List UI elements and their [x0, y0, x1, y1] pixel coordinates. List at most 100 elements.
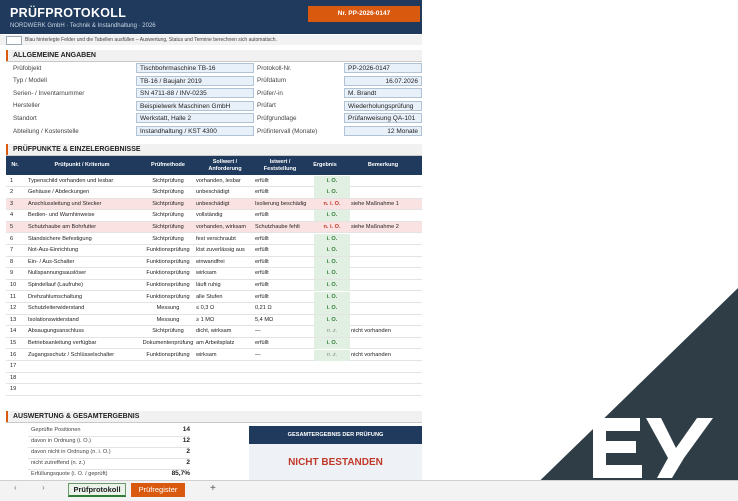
- row-item[interactable]: Ein- / Aus-Schalter: [28, 257, 140, 268]
- row-note[interactable]: [351, 280, 421, 291]
- row-method[interactable]: Funktionsprüfung: [140, 257, 196, 268]
- row-method[interactable]: Sichtprüfung: [140, 222, 196, 233]
- row-target[interactable]: vorhanden, lesbar: [196, 176, 254, 187]
- row-item[interactable]: Absaugungsanschluss: [28, 326, 140, 337]
- row-method[interactable]: Funktionsprüfung: [140, 292, 196, 303]
- row-item[interactable]: Gehäuse / Abdeckungen: [28, 187, 140, 198]
- row-target[interactable]: alle Stufen: [196, 292, 254, 303]
- row-note[interactable]: nicht vorhanden: [351, 326, 421, 337]
- row-item[interactable]: Schutzhaube am Bohrfutter: [28, 222, 140, 233]
- row-note[interactable]: [351, 315, 421, 326]
- general-field[interactable]: M. Brandt: [344, 88, 422, 99]
- row-actual[interactable]: erfüllt: [255, 268, 306, 279]
- row-method[interactable]: Sichtprüfung: [140, 210, 196, 221]
- row-method[interactable]: Sichtprüfung: [140, 187, 196, 198]
- row-method[interactable]: Messung: [140, 315, 196, 326]
- row-actual[interactable]: Schutzhaube fehlt: [255, 222, 306, 233]
- row-method[interactable]: Sichtprüfung: [140, 199, 196, 210]
- general-field[interactable]: Beispielwerk Maschinen GmbH: [136, 100, 254, 111]
- row-method[interactable]: Funktionsprüfung: [140, 268, 196, 279]
- general-field[interactable]: Instandhaltung / KST 4300: [136, 126, 254, 136]
- row-actual[interactable]: erfüllt: [255, 210, 306, 221]
- row-target[interactable]: ≥ 1 MΩ: [196, 315, 254, 326]
- row-note[interactable]: [351, 257, 421, 268]
- general-field[interactable]: Prüfanweisung QA-101: [344, 113, 422, 124]
- row-actual[interactable]: [255, 373, 306, 384]
- row-item[interactable]: Nullspannungsauslöser: [28, 268, 140, 279]
- row-actual[interactable]: 0,21 Ω: [255, 303, 306, 314]
- row-target[interactable]: am Arbeitsplatz: [196, 338, 254, 349]
- row-note[interactable]: nicht vorhanden: [351, 350, 421, 361]
- row-method[interactable]: Funktionsprüfung: [140, 350, 196, 361]
- row-target[interactable]: einwandfrei: [196, 257, 254, 268]
- general-field[interactable]: TB-16 / Baujahr 2019: [136, 75, 254, 86]
- row-note[interactable]: siehe Maßnahme 2: [351, 222, 421, 233]
- row-actual[interactable]: erfüllt: [255, 257, 306, 268]
- row-item[interactable]: [28, 361, 140, 372]
- row-actual[interactable]: Isolierung beschädigt: [255, 199, 306, 210]
- row-note[interactable]: [351, 292, 421, 303]
- row-note[interactable]: [351, 361, 421, 372]
- row-item[interactable]: Spindellauf (Laufruhe): [28, 280, 140, 291]
- row-method[interactable]: Sichtprüfung: [140, 326, 196, 337]
- row-item[interactable]: [28, 384, 140, 395]
- row-target[interactable]: fest verschraubt: [196, 234, 254, 245]
- row-target[interactable]: wirksam: [196, 350, 254, 361]
- row-method[interactable]: [140, 373, 196, 384]
- row-note[interactable]: siehe Maßnahme 1: [351, 199, 421, 210]
- row-actual[interactable]: erfüllt: [255, 292, 306, 303]
- row-item[interactable]: Drehzahlumschaltung: [28, 292, 140, 303]
- row-note[interactable]: [351, 384, 421, 395]
- row-target[interactable]: läuft ruhig: [196, 280, 254, 291]
- row-method[interactable]: Sichtprüfung: [140, 234, 196, 245]
- row-target[interactable]: wirksam: [196, 268, 254, 279]
- row-method[interactable]: Messung: [140, 303, 196, 314]
- row-method[interactable]: [140, 384, 196, 395]
- row-actual[interactable]: —: [255, 326, 306, 337]
- row-note[interactable]: [351, 373, 421, 384]
- add-sheet-button[interactable]: +: [210, 483, 216, 494]
- row-item[interactable]: Isolationswiderstand: [28, 315, 140, 326]
- row-item[interactable]: Anschlussleitung und Stecker: [28, 199, 140, 210]
- row-method[interactable]: Sichtprüfung: [140, 176, 196, 187]
- row-actual[interactable]: erfüllt: [255, 245, 306, 256]
- general-field[interactable]: 16.07.2026: [344, 75, 422, 86]
- row-item[interactable]: [28, 373, 140, 384]
- row-actual[interactable]: [255, 384, 306, 395]
- row-method[interactable]: Dokumentenprüfung: [140, 338, 196, 349]
- row-item[interactable]: Bedien- und Warnhinweise: [28, 210, 140, 221]
- row-target[interactable]: unbeschädigt: [196, 187, 254, 198]
- row-target[interactable]: löst zuverlässig aus: [196, 245, 254, 256]
- general-field[interactable]: Werkstatt, Halle 2: [136, 113, 254, 124]
- next-sheet-icon[interactable]: ›: [42, 483, 45, 492]
- row-actual[interactable]: erfüllt: [255, 338, 306, 349]
- row-method[interactable]: Funktionsprüfung: [140, 280, 196, 291]
- row-target[interactable]: [196, 361, 254, 372]
- row-note[interactable]: [351, 234, 421, 245]
- row-target[interactable]: [196, 373, 254, 384]
- row-actual[interactable]: erfüllt: [255, 234, 306, 245]
- row-item[interactable]: Typenschild vorhanden und lesbar: [28, 176, 140, 187]
- general-field[interactable]: Wiederholungsprüfung: [344, 100, 422, 111]
- row-item[interactable]: Zugangsschutz / Schlüsselschalter: [28, 350, 140, 361]
- row-item[interactable]: Betriebsanleitung verfügbar: [28, 338, 140, 349]
- row-actual[interactable]: erfüllt: [255, 176, 306, 187]
- tab-pruefregister[interactable]: Prüfregister: [131, 483, 185, 497]
- row-actual[interactable]: erfüllt: [255, 280, 306, 291]
- row-note[interactable]: [351, 176, 421, 187]
- row-target[interactable]: vorhanden, wirksam: [196, 222, 254, 233]
- row-actual[interactable]: erfüllt: [255, 187, 306, 198]
- row-target[interactable]: ≤ 0,3 Ω: [196, 303, 254, 314]
- row-note[interactable]: [351, 187, 421, 198]
- prev-sheet-icon[interactable]: ‹: [14, 483, 17, 492]
- row-target[interactable]: dicht, wirksam: [196, 326, 254, 337]
- row-method[interactable]: Funktionsprüfung: [140, 245, 196, 256]
- row-actual[interactable]: [255, 361, 306, 372]
- row-note[interactable]: [351, 338, 421, 349]
- row-actual[interactable]: —: [255, 350, 306, 361]
- row-item[interactable]: Not-Aus-Einrichtung: [28, 245, 140, 256]
- row-note[interactable]: [351, 268, 421, 279]
- general-field[interactable]: 12 Monate: [344, 126, 422, 136]
- row-actual[interactable]: 5,4 MΩ: [255, 315, 306, 326]
- row-target[interactable]: [196, 384, 254, 395]
